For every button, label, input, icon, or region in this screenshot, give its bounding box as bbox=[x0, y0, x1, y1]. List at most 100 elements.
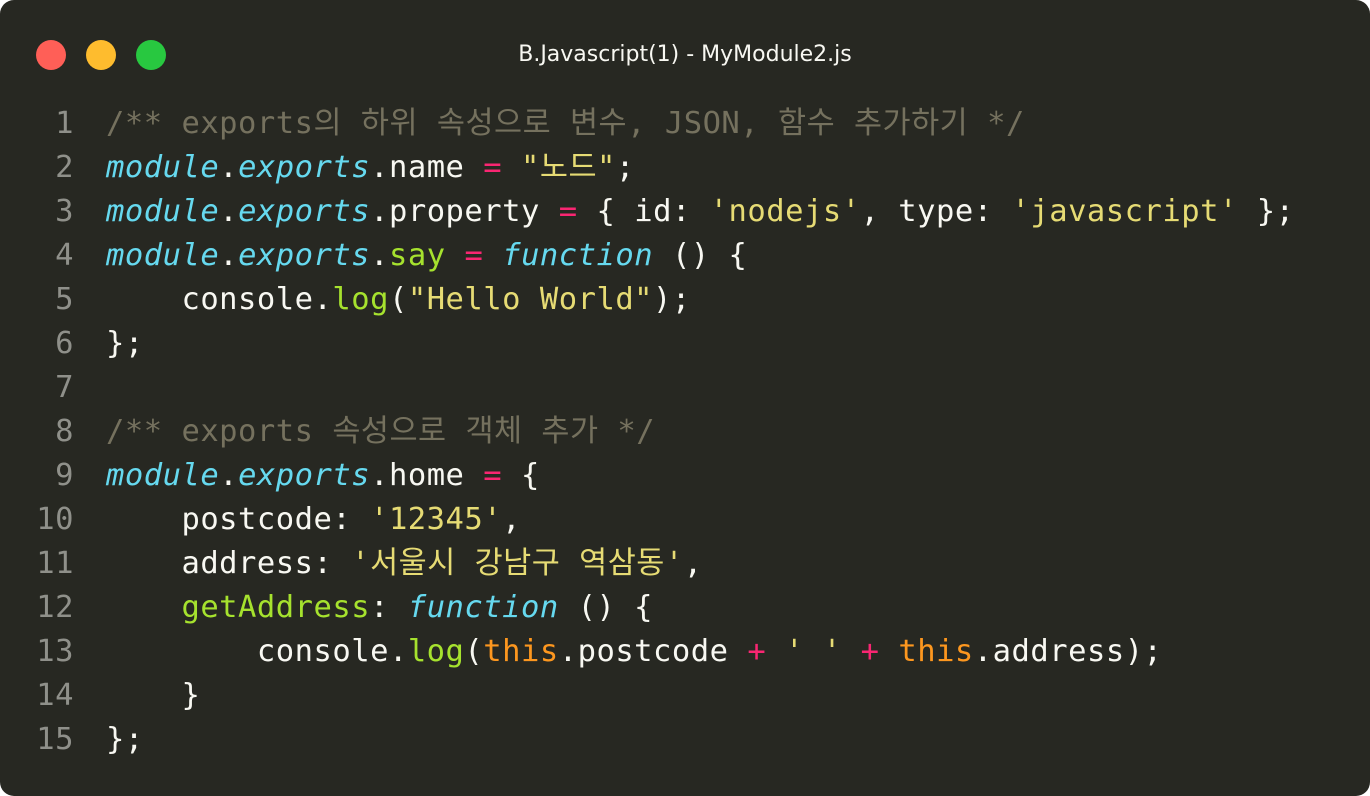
code-token: console. bbox=[106, 634, 408, 669]
line-source: /** exports의 하위 속성으로 변수, JSON, 함수 추가하기 *… bbox=[106, 102, 1025, 146]
code-line: 4 module.exports.say = function () { bbox=[0, 234, 1370, 278]
code-token: () { bbox=[558, 590, 654, 625]
code-token: = bbox=[483, 150, 503, 185]
code-token: "Hello World" bbox=[407, 282, 654, 317]
code-token: . bbox=[219, 458, 239, 493]
code-token: .home bbox=[370, 458, 484, 493]
code-line: 5 console.log("Hello World"); bbox=[0, 278, 1370, 322]
line-number: 2 bbox=[55, 150, 74, 185]
code-line: 14 } bbox=[0, 674, 1370, 718]
code-token: { bbox=[502, 458, 540, 493]
code-token: , type: bbox=[860, 194, 1012, 229]
code-token: module bbox=[106, 150, 220, 185]
code-line: 12 getAddress: function () { bbox=[0, 586, 1370, 630]
code-token: '서울시 강남구 역삼동' bbox=[351, 546, 684, 581]
line-number: 3 bbox=[55, 194, 74, 229]
code-editor: 1 /** exports의 하위 속성으로 변수, JSON, 함수 추가하기 … bbox=[0, 102, 1370, 762]
code-token: { id: bbox=[577, 194, 710, 229]
code-window: B.Javascript(1) - MyModule2.js 1 /** expo… bbox=[0, 0, 1370, 796]
line-source: module.exports.say = function () { bbox=[106, 234, 747, 278]
code-token: say bbox=[388, 238, 446, 273]
code-line: 13 console.log(this.postcode + ' ' + thi… bbox=[0, 630, 1370, 674]
code-token: ); bbox=[653, 282, 691, 317]
line-source: }; bbox=[106, 718, 144, 762]
code-token: ( bbox=[464, 634, 484, 669]
code-token: module bbox=[106, 194, 220, 229]
line-source: getAddress: function () { bbox=[106, 586, 653, 630]
line-source: console.log("Hello World"); bbox=[106, 278, 691, 322]
line-source: } bbox=[106, 674, 200, 718]
code-token: postcode: bbox=[106, 502, 371, 537]
code-token: this bbox=[898, 634, 974, 669]
line-number: 1 bbox=[55, 106, 74, 141]
code-token: function bbox=[502, 238, 654, 273]
line-number: 14 bbox=[36, 678, 74, 713]
code-token: '12345' bbox=[370, 502, 503, 537]
code-token: .name bbox=[370, 150, 484, 185]
line-number: 15 bbox=[36, 722, 74, 757]
line-source: module.exports.home = { bbox=[106, 454, 540, 498]
code-token: . bbox=[219, 238, 239, 273]
code-token: exports bbox=[238, 194, 371, 229]
code-token: this bbox=[483, 634, 559, 669]
line-number: 5 bbox=[55, 282, 74, 317]
code-token: , bbox=[502, 502, 521, 537]
code-token: exports bbox=[238, 150, 371, 185]
code-token: /** exports의 하위 속성으로 변수, JSON, 함수 추가하기 *… bbox=[106, 106, 1025, 141]
code-token: /** exports 속성으로 객체 추가 */ bbox=[106, 414, 656, 449]
line-number: 4 bbox=[55, 238, 74, 273]
code-line: 7 bbox=[0, 366, 1370, 410]
code-token: module bbox=[106, 458, 220, 493]
code-token: }; bbox=[106, 722, 144, 757]
code-token: module bbox=[106, 238, 220, 273]
code-line: 10 postcode: '12345', bbox=[0, 498, 1370, 542]
code-line: 15}; bbox=[0, 718, 1370, 762]
code-token: = bbox=[483, 458, 503, 493]
code-token: ; bbox=[615, 150, 635, 185]
code-line: 2 module.exports.name = "노드"; bbox=[0, 146, 1370, 190]
code-token: = bbox=[464, 238, 484, 273]
code-token: log bbox=[407, 634, 465, 669]
code-token: address: bbox=[106, 546, 352, 581]
code-line: 11 address: '서울시 강남구 역삼동', bbox=[0, 542, 1370, 586]
line-number: 7 bbox=[55, 370, 74, 405]
line-source: /** exports 속성으로 객체 추가 */ bbox=[106, 410, 655, 454]
code-token: .postcode bbox=[558, 634, 748, 669]
line-number: 8 bbox=[55, 414, 74, 449]
code-line: 9 module.exports.home = { bbox=[0, 454, 1370, 498]
line-number: 12 bbox=[36, 590, 74, 625]
code-token: ' ' bbox=[785, 634, 842, 669]
code-token: . bbox=[219, 150, 239, 185]
line-source: module.exports.property = { id: 'nodejs'… bbox=[106, 190, 1294, 234]
code-token: exports bbox=[238, 238, 371, 273]
code-token: = bbox=[558, 194, 578, 229]
code-token: exports bbox=[238, 458, 371, 493]
code-token: .address); bbox=[973, 634, 1163, 669]
code-line: 8 /** exports 속성으로 객체 추가 */ bbox=[0, 410, 1370, 454]
line-number: 9 bbox=[55, 458, 74, 493]
code-line: 1 /** exports의 하위 속성으로 변수, JSON, 함수 추가하기 … bbox=[0, 102, 1370, 146]
code-token: . bbox=[219, 194, 239, 229]
code-token: function bbox=[407, 590, 559, 625]
line-number: 6 bbox=[55, 326, 74, 361]
line-number: 13 bbox=[36, 634, 74, 669]
code-token: : bbox=[370, 590, 408, 625]
code-token: "노드" bbox=[521, 150, 616, 185]
code-line: 3 module.exports.property = { id: 'nodejs… bbox=[0, 190, 1370, 234]
code-token: 'nodejs' bbox=[709, 194, 861, 229]
line-source: console.log(this.postcode + ' ' + this.a… bbox=[106, 630, 1162, 674]
code-token: + bbox=[860, 634, 880, 669]
code-token: }; bbox=[106, 326, 144, 361]
code-token: () { bbox=[653, 238, 748, 273]
code-token: console. bbox=[106, 282, 333, 317]
code-token: . bbox=[370, 238, 389, 273]
line-source: }; bbox=[106, 322, 144, 366]
code-token: , bbox=[683, 546, 703, 581]
code-token: } bbox=[106, 678, 201, 713]
